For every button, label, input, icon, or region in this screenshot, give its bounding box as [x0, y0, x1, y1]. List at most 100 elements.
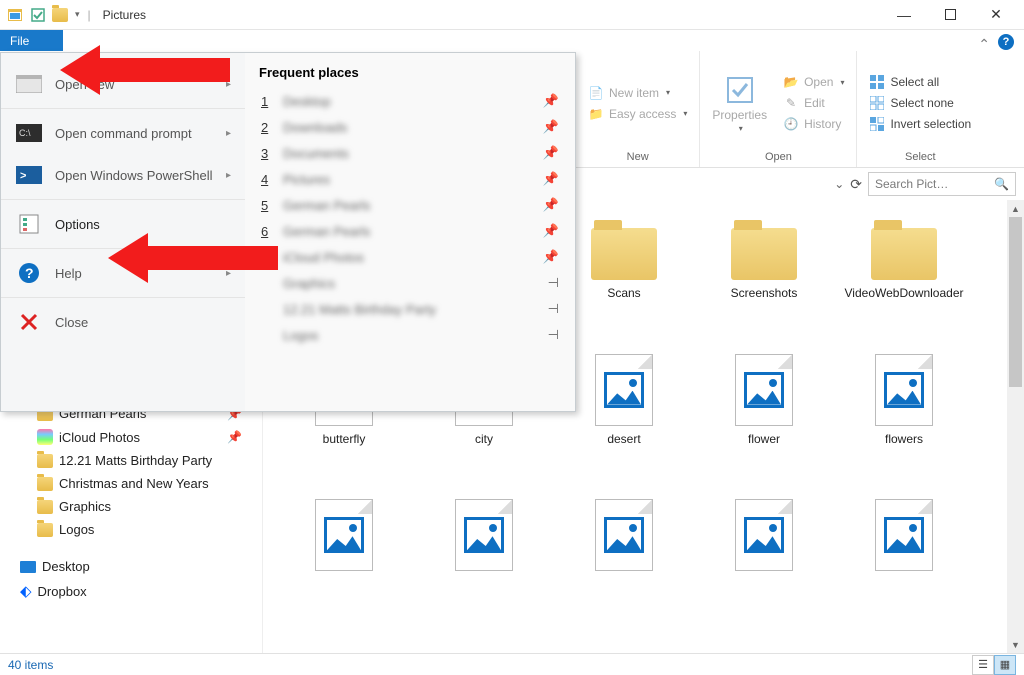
- image-file-item[interactable]: [297, 499, 391, 577]
- powershell-icon: >: [15, 164, 43, 186]
- nav-item-label: Christmas and New Years: [59, 476, 209, 491]
- pin-icon[interactable]: 📌: [543, 171, 559, 187]
- unpin-icon[interactable]: ⊣: [548, 301, 559, 317]
- frequent-place-item[interactable]: 3Documents📌: [259, 140, 561, 166]
- frequent-label: Documents: [283, 146, 349, 161]
- image-file-item[interactable]: flower: [717, 354, 811, 448]
- help-icon[interactable]: ?: [998, 34, 1014, 50]
- pin-icon[interactable]: 📌: [543, 145, 559, 161]
- image-file-icon: [315, 499, 373, 571]
- file-tab[interactable]: File: [0, 30, 63, 51]
- folder-item[interactable]: Screenshots: [717, 220, 811, 302]
- search-icon: 🔍: [994, 177, 1009, 191]
- unpin-icon[interactable]: ⊣: [548, 275, 559, 291]
- item-label: butterfly: [323, 432, 366, 448]
- pin-icon[interactable]: 📌: [543, 249, 559, 265]
- dropbox-icon: ⬖: [20, 582, 32, 600]
- image-file-item[interactable]: [577, 499, 671, 577]
- frequent-place-item[interactable]: 1Desktop📌: [259, 88, 561, 114]
- nav-item-label: Logos: [59, 522, 94, 537]
- qat-properties-icon[interactable]: [30, 7, 46, 23]
- frequent-label: Logos: [283, 328, 318, 343]
- ribbon-group-label: Select: [905, 151, 936, 165]
- nav-item[interactable]: iCloud Photos📌: [0, 425, 262, 449]
- invert-selection-button[interactable]: Invert selection: [865, 115, 975, 133]
- window-icon: [15, 73, 43, 95]
- nav-desktop[interactable]: Desktop: [0, 555, 262, 578]
- annotation-arrow: [108, 228, 278, 308]
- nav-item-label: iCloud Photos: [59, 430, 140, 445]
- file-menu-open-ps[interactable]: >Open Windows PowerShell▸: [1, 154, 245, 196]
- frequent-place-item[interactable]: 2Downloads📌: [259, 114, 561, 140]
- frequent-places-title: Frequent places: [259, 61, 561, 88]
- image-file-item[interactable]: [437, 499, 531, 577]
- vertical-scrollbar[interactable]: ▲ ▼: [1007, 200, 1024, 653]
- close-button[interactable]: ✕: [973, 0, 1019, 30]
- options-icon: [15, 213, 43, 235]
- pin-icon[interactable]: 📌: [543, 197, 559, 213]
- folder-item[interactable]: VideoWebDownloader: [857, 220, 951, 302]
- select-all-icon: [869, 74, 885, 90]
- nav-item[interactable]: Logos: [0, 518, 262, 541]
- folder-item[interactable]: Scans: [577, 220, 671, 302]
- item-label: VideoWebDownloader: [845, 286, 964, 302]
- scroll-thumb[interactable]: [1009, 217, 1022, 387]
- history-button[interactable]: 🕘History: [779, 115, 848, 133]
- nav-item[interactable]: Graphics: [0, 495, 262, 518]
- unpin-icon[interactable]: ⊣: [548, 327, 559, 343]
- frequent-place-item[interactable]: 4Pictures📌: [259, 166, 561, 192]
- pin-icon[interactable]: 📌: [543, 93, 559, 109]
- scroll-up-icon[interactable]: ▲: [1007, 200, 1024, 217]
- maximize-button[interactable]: [927, 0, 973, 30]
- image-file-icon: [455, 499, 513, 571]
- frequent-place-item[interactable]: 12.21 Matts Birthday Party⊣: [259, 296, 561, 322]
- icons-view-button[interactable]: ▦: [994, 655, 1016, 675]
- new-item-button[interactable]: 📄New item▾: [584, 84, 691, 102]
- open-button[interactable]: 📂Open▾: [779, 73, 848, 91]
- refresh-icon[interactable]: ⟳: [850, 176, 862, 193]
- history-icon: 🕘: [783, 116, 799, 132]
- select-none-button[interactable]: Select none: [865, 94, 975, 112]
- frequent-label: German Pearls: [283, 224, 370, 239]
- frequent-place-item[interactable]: 6German Pearls📌: [259, 218, 561, 244]
- search-placeholder: Search Pict…: [875, 177, 948, 191]
- item-label: Scans: [607, 286, 640, 302]
- edit-button[interactable]: ✎Edit: [779, 94, 848, 112]
- folder-icon: [871, 228, 937, 280]
- search-input[interactable]: Search Pict… 🔍: [868, 172, 1016, 196]
- frequent-place-item[interactable]: 7iCloud Photos📌: [259, 244, 561, 270]
- pin-icon[interactable]: 📌: [543, 223, 559, 239]
- ribbon-group-new: 📄New item▾ 📁Easy access▾ New: [576, 51, 700, 167]
- ribbon-group-label: Open: [765, 151, 792, 165]
- item-label: Screenshots: [731, 286, 798, 302]
- collapse-ribbon-icon[interactable]: ⌃: [978, 36, 990, 53]
- folder-icon: [37, 477, 53, 491]
- address-dropdown-icon[interactable]: ⌄: [834, 177, 844, 191]
- nav-item[interactable]: Christmas and New Years: [0, 472, 262, 495]
- scroll-down-icon[interactable]: ▼: [1007, 636, 1024, 653]
- ribbon-group-open: Properties ▾ 📂Open▾ ✎Edit 🕘History Open: [700, 51, 857, 167]
- image-file-item[interactable]: flowers: [857, 354, 951, 448]
- details-view-button[interactable]: ☰: [972, 655, 994, 675]
- qat-folder-icon[interactable]: [52, 7, 68, 23]
- item-label: city: [475, 432, 493, 448]
- pin-icon[interactable]: 📌: [543, 119, 559, 135]
- image-file-item[interactable]: desert: [577, 354, 671, 448]
- select-all-button[interactable]: Select all: [865, 73, 975, 91]
- image-file-icon: [595, 354, 653, 426]
- easy-access-button[interactable]: 📁Easy access▾: [584, 105, 691, 123]
- frequent-place-item[interactable]: Logos ⊣: [259, 322, 561, 348]
- qat-dropdown-icon[interactable]: ▾: [75, 9, 80, 20]
- icloud-icon: [37, 429, 53, 445]
- item-label: desert: [607, 432, 640, 448]
- frequent-place-item[interactable]: 5German Pearls📌: [259, 192, 561, 218]
- minimize-button[interactable]: —: [881, 0, 927, 30]
- image-file-item[interactable]: [857, 499, 951, 577]
- frequent-place-item[interactable]: Graphics⊣: [259, 270, 561, 296]
- svg-text:?: ?: [25, 265, 34, 281]
- properties-button[interactable]: Properties ▾: [708, 72, 771, 135]
- nav-dropbox[interactable]: ⬖Dropbox: [0, 578, 262, 604]
- nav-item[interactable]: 12.21 Matts Birthday Party: [0, 449, 262, 472]
- image-file-item[interactable]: [717, 499, 811, 577]
- frequent-label: Downloads: [283, 120, 347, 135]
